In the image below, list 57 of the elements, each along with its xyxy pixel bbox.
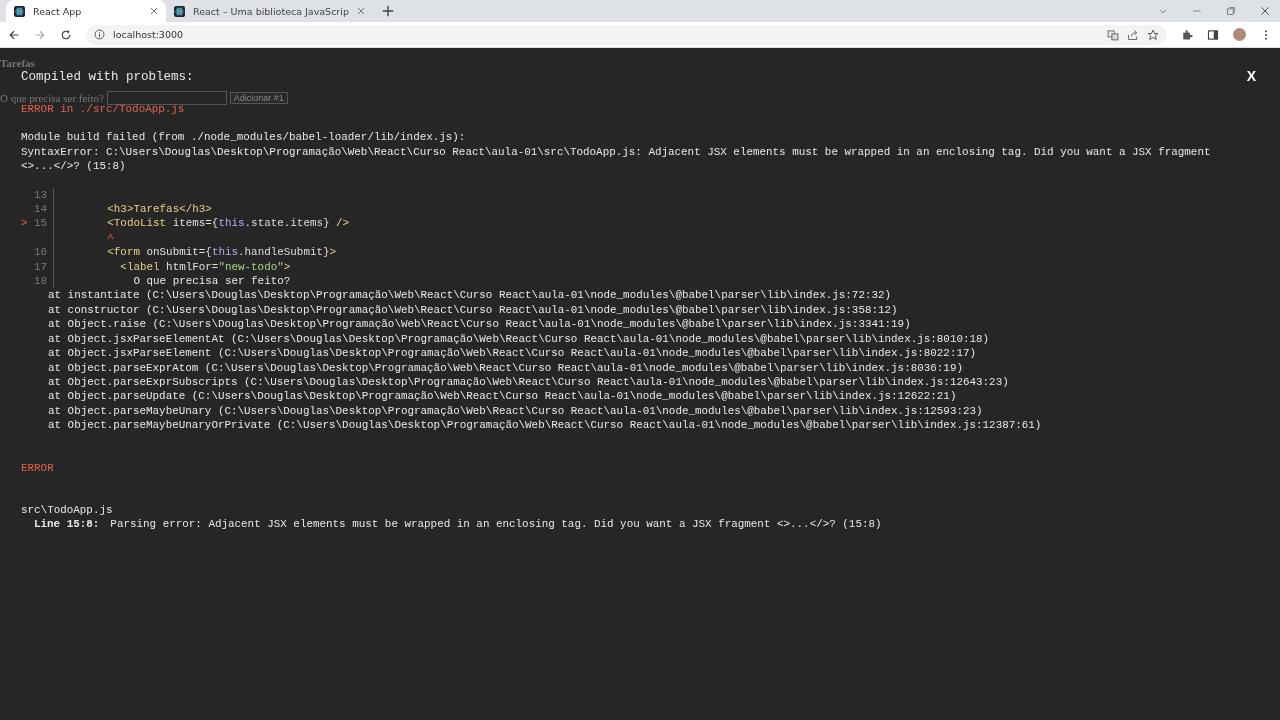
close-icon[interactable] bbox=[1260, 6, 1270, 16]
line-number: 16 bbox=[33, 246, 47, 259]
error-heading: ERROR bbox=[21, 460, 55, 475]
stack-trace-line: at Object.parseExprSubscripts (C:\Users\Douglas\Desktop\Programação\Web\React\Curso React\aula-01\node_modules\@babel\parser\lib\index.js:12643:23) bbox=[48, 374, 1010, 390]
close-button[interactable]: X bbox=[1246, 68, 1256, 84]
react-atom-icon bbox=[14, 5, 25, 17]
address-bar[interactable]: localhost:3000 bbox=[86, 24, 1167, 45]
line-number: 18 bbox=[33, 275, 47, 288]
reload-icon[interactable] bbox=[60, 28, 72, 41]
star-icon[interactable] bbox=[1147, 28, 1159, 41]
stack-trace-line: at Object.parseUpdate (C:\Users\Douglas\Desktop\Programação\Web\React\Curso React\aula-01\node_modules\@babel\parser\lib\index.js:12622:21) bbox=[48, 389, 958, 404]
overlay-title: Compiled with problems: bbox=[21, 69, 194, 85]
stack-trace-line: at Object.parseExprAtom (C:\Users\Douglas\Desktop\Programação\Web\React\Curso React\aula-01\node_modules\@babel\parser\lib\index.js:8036:19) bbox=[48, 360, 964, 375]
stack-trace-line: at Object.parseMaybeUnaryOrPrivate (C:\Users\Douglas\Desktop\Programação\Web\React\Curso React\aula-01\node_modules\@babel\parser\lib\index.js:12387:61) bbox=[48, 418, 1043, 433]
react-atom-icon bbox=[174, 5, 185, 17]
chevron-down-icon[interactable] bbox=[1158, 6, 1168, 16]
back-arrow-icon[interactable] bbox=[8, 28, 20, 41]
stack-trace-line: at Object.raise (C:\Users\Douglas\Desktop\Programação\Web\React\Curso React\aula-01\node_modules\@babel\parser\lib\index.js:3341:19) bbox=[48, 317, 912, 332]
error-message-line: <>...</>? (15:8) bbox=[21, 159, 127, 174]
line-number: 17 bbox=[33, 260, 47, 273]
stack-trace-line: at constructor (C:\Users\Douglas\Desktop\Programação\Web\React\Curso React\aula-01\node_modules\@babel\parser\lib\index.js:358:12) bbox=[48, 302, 899, 318]
info-icon[interactable] bbox=[94, 29, 105, 40]
error-heading: ERROR in ./src/TodoApp.js bbox=[21, 103, 185, 117]
error-message-line: Module build failed (from ./node_modules/babel-loader/lib/index.js): bbox=[21, 130, 467, 145]
stack-trace-line: at Object.parseMaybeUnary (C:\Users\Douglas\Desktop\Programação\Web\React\Curso React\aula-01\node_modules\@babel\parser\lib\index.js:12593:23) bbox=[48, 403, 984, 419]
page-heading: Tarefas bbox=[0, 57, 35, 69]
error-message: Parsing error: Adjacent JSX elements must be wrapped in an enclosing tag. Did you want a JSX fragment <>...</>? (15:8) bbox=[110, 517, 882, 532]
code-line: <label htmlFor="new-todo"> bbox=[119, 259, 291, 275]
line-number: 15 bbox=[33, 217, 47, 230]
puzzle-icon[interactable] bbox=[1181, 28, 1193, 41]
stack-trace-line: at Object.jsxParseElement (C:\Users\Douglas\Desktop\Programação\Web\React\Curso React\aula-01\node_modules\@babel\parser\lib\index.js:8022:17) bbox=[48, 346, 978, 361]
translate-icon[interactable] bbox=[1107, 28, 1119, 41]
error-line-marker: > bbox=[21, 217, 28, 230]
add-button[interactable]: Adicionar #1 bbox=[229, 92, 288, 104]
field-label: O que precisa ser feito? bbox=[0, 92, 104, 104]
new-tab-icon[interactable] bbox=[380, 4, 395, 18]
code-line: <h3>Tarefas</h3> bbox=[106, 202, 212, 217]
close-icon[interactable] bbox=[150, 7, 158, 15]
line-number: 13 bbox=[33, 188, 47, 201]
stack-trace-line: at instantiate (C:\Users\Douglas\Desktop\Programação\Web\React\Curso React\aula-01\node_modules\@babel\parser\lib\index.js:72:32) bbox=[48, 288, 893, 303]
restore-icon[interactable] bbox=[1226, 6, 1236, 16]
stack-trace-line: at Object.jsxParseElementAt (C:\Users\Douglas\Desktop\Programação\Web\React\Curso React\aula-01\node_modules\@babel\parser\lib\index.js:8010:18) bbox=[48, 331, 991, 347]
code-line: O que precisa ser feito? bbox=[132, 274, 291, 289]
code-line: <TodoList items={this.state.items} /> bbox=[106, 216, 350, 231]
todo-input[interactable] bbox=[106, 91, 227, 105]
browser-tab[interactable]: React – Uma biblioteca JavaScrip bbox=[166, 0, 373, 22]
file-path: src\TodoApp.js bbox=[21, 502, 114, 518]
share-icon[interactable] bbox=[1127, 28, 1139, 41]
browser-tab[interactable]: React App bbox=[6, 0, 166, 22]
line-number: 14 bbox=[33, 203, 47, 216]
code-line: <form onSubmit={this.handleSubmit}> bbox=[106, 245, 337, 260]
close-icon[interactable] bbox=[356, 7, 365, 15]
error-message-line: SyntaxError: C:\Users\Douglas\Desktop\Programação\Web\React\Curso React\aula-01\src\TodoApp.js: Adjacent JSX elements must be wrapped in an enclosing tag. Did you want a JSX fragment bbox=[21, 144, 1212, 160]
code-line: ^ bbox=[106, 230, 114, 246]
avatar[interactable] bbox=[1233, 28, 1246, 41]
side-panel-icon[interactable] bbox=[1207, 28, 1219, 41]
error-location: Line 15:8: bbox=[34, 517, 100, 532]
